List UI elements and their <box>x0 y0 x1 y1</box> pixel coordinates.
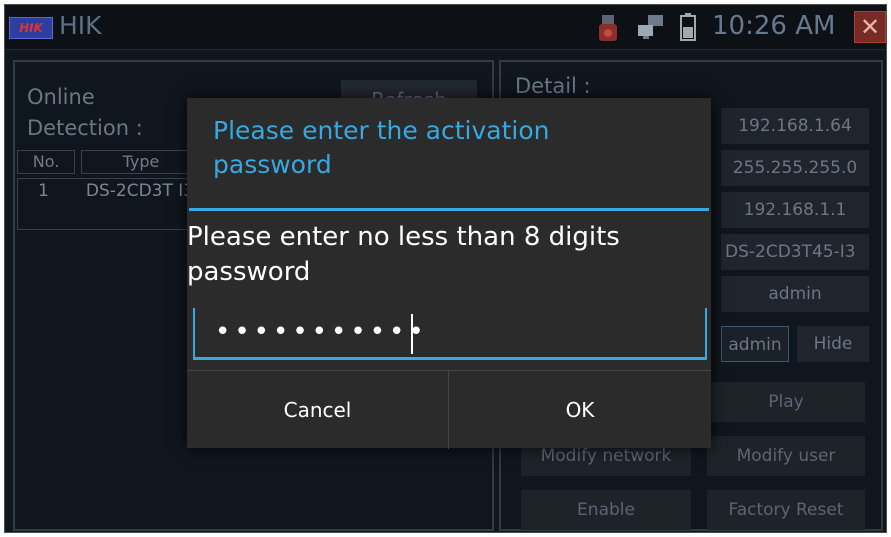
dialog-title: Please enter the activation password <box>213 116 550 179</box>
network-icon <box>638 15 663 39</box>
title-bar: HIK HIK 10:26 AM ✕ <box>5 5 886 50</box>
model-field: DS-2CD3T45-I3 <box>721 234 869 270</box>
column-header-no: No. <box>17 150 75 174</box>
device-screen: HIK HIK 10:26 AM ✕ Online Detection: No… <box>4 4 887 533</box>
battery-icon <box>680 13 696 41</box>
online-detection-title: Online Detection : <box>27 85 143 140</box>
dialog-message: Please enter no less than 8 digits passw… <box>187 222 620 287</box>
hik-logo: HIK <box>9 17 53 39</box>
ok-button[interactable]: OK <box>449 371 711 449</box>
detail-title: Detail : <box>515 74 591 98</box>
hide-button[interactable]: Hide <box>797 326 869 362</box>
factory-reset-button[interactable]: Factory Reset <box>707 490 865 530</box>
close-button[interactable]: ✕ <box>854 11 886 43</box>
modify-user-button[interactable]: Modify user <box>707 436 865 476</box>
app-title: HIK <box>59 11 102 40</box>
username-field[interactable]: admin <box>721 276 869 312</box>
dialog-button-bar: Cancel OK <box>187 370 711 449</box>
cancel-button[interactable]: Cancel <box>187 371 449 449</box>
password-field[interactable]: admin <box>721 326 789 362</box>
usb-icon <box>599 15 617 41</box>
enable-button[interactable]: Enable <box>521 490 691 530</box>
subnet-mask-field[interactable]: 255.255.255.0 <box>721 150 869 186</box>
close-icon: ✕ <box>859 13 881 41</box>
password-value: ••••••••••• <box>215 317 428 347</box>
ip-address-field[interactable]: 192.168.1.64 <box>721 108 869 144</box>
cell-type: DS-2CD3T I3 <box>85 181 195 201</box>
gateway-field[interactable]: 192.168.1.1 <box>721 192 869 228</box>
text-cursor <box>411 314 413 354</box>
play-button[interactable]: Play <box>707 382 865 422</box>
clock: 10:26 AM <box>712 11 836 41</box>
column-header-type: Type <box>81 150 201 174</box>
activation-dialog: Please enter the activation password Ple… <box>187 98 711 449</box>
dialog-divider <box>189 208 709 211</box>
cell-no: 1 <box>38 181 49 201</box>
activation-password-input[interactable]: ••••••••••• <box>193 308 707 360</box>
